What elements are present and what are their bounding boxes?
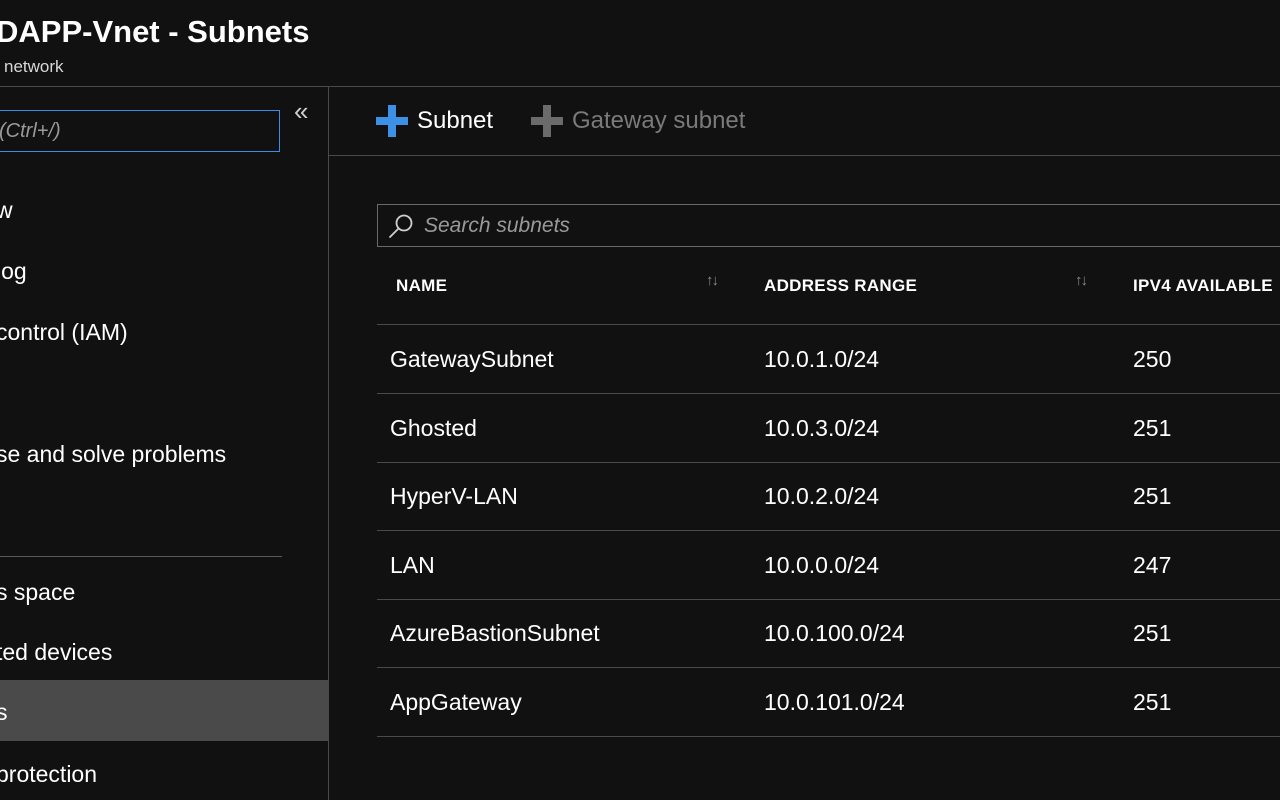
- sidebar-item-connected-devices[interactable]: ted devices: [0, 628, 328, 676]
- sidebar-item-label: w: [0, 186, 13, 234]
- add-subnet-button[interactable]: Subnet: [376, 87, 493, 155]
- add-gateway-subnet-button[interactable]: Gateway subnet: [531, 87, 745, 155]
- table-row[interactable]: AppGateway 10.0.101.0/24 251: [377, 668, 1280, 737]
- sidebar-item-label: s space: [0, 579, 76, 605]
- command-bar: Subnet Gateway subnet: [329, 87, 1280, 156]
- column-header-ipv4-available[interactable]: IPV4 AVAILABLE: [1133, 276, 1273, 296]
- sidebar-item-label: log: [0, 258, 27, 284]
- table-row[interactable]: HyperV-LAN 10.0.2.0/24 251: [377, 462, 1280, 531]
- add-gateway-subnet-label: Gateway subnet: [572, 107, 746, 134]
- blade-header: DAPP-Vnet - Subnets network: [0, 0, 1280, 87]
- subnet-name: LAN: [390, 552, 435, 578]
- column-header-address-range[interactable]: ADDRESS RANGE: [764, 276, 917, 296]
- subnet-name: Ghosted: [390, 415, 477, 441]
- collapse-menu-icon[interactable]: «: [294, 91, 308, 131]
- page-title: DAPP-Vnet - Subnets: [0, 14, 310, 49]
- subnet-name: HyperV-LAN: [390, 483, 518, 509]
- sort-arrows-icon[interactable]: ↑↓: [706, 272, 719, 289]
- add-subnet-label: Subnet: [417, 107, 494, 134]
- subnet-ipv4-available: 251: [1133, 415, 1172, 441]
- sidebar-item-access-control[interactable]: control (IAM): [0, 308, 328, 356]
- subnet-ipv4-available: 251: [1133, 689, 1172, 715]
- sidebar-item-activity-log[interactable]: log: [0, 247, 328, 295]
- sidebar-item-address-space[interactable]: s space: [0, 568, 328, 616]
- sidebar-item-label: se and solve problems: [0, 441, 227, 467]
- sidebar-item-label: ted devices: [0, 639, 113, 665]
- subnet-ipv4-available: 251: [1133, 483, 1172, 509]
- subnet-search-input[interactable]: [424, 205, 1280, 246]
- menu-search-input[interactable]: [0, 111, 279, 151]
- plus-icon: [376, 105, 408, 137]
- subnet-ipv4-available: 250: [1133, 346, 1172, 372]
- subnet-name: AppGateway: [390, 689, 522, 715]
- subnet-name: AzureBastionSubnet: [390, 620, 600, 646]
- sidebar-item-diagnose-solve[interactable]: se and solve problems: [0, 430, 328, 478]
- table-row[interactable]: Ghosted 10.0.3.0/24 251: [377, 394, 1280, 463]
- sidebar-item-ddos-protection[interactable]: protection: [0, 750, 328, 798]
- plus-icon: [531, 105, 563, 137]
- sidebar-item-label: protection: [0, 761, 98, 787]
- sidebar-item-overview[interactable]: w: [0, 186, 328, 234]
- table-row[interactable]: LAN 10.0.0.0/24 247: [377, 531, 1280, 600]
- sidebar-divider: [0, 556, 282, 557]
- menu-search-box[interactable]: [0, 110, 280, 152]
- page-subtitle: network: [4, 57, 64, 76]
- sidebar-item-label: control (IAM): [0, 319, 128, 345]
- sidebar-item-label: s: [0, 680, 8, 744]
- subnet-name: GatewaySubnet: [390, 346, 554, 372]
- column-header-name[interactable]: NAME: [396, 276, 447, 296]
- subnet-ipv4-available: 247: [1133, 552, 1172, 578]
- subnet-address-range: 10.0.1.0/24: [764, 346, 880, 372]
- table-row[interactable]: GatewaySubnet 10.0.1.0/24 250: [377, 325, 1280, 394]
- subnet-ipv4-available: 251: [1133, 620, 1172, 646]
- subnet-address-range: 10.0.101.0/24: [764, 689, 905, 715]
- azure-portal-subnets-blade: DAPP-Vnet - Subnets network « w log cont…: [0, 0, 1280, 800]
- sort-arrows-icon[interactable]: ↑↓: [1075, 272, 1088, 289]
- search-icon: [389, 214, 413, 238]
- subnet-address-range: 10.0.2.0/24: [764, 483, 880, 509]
- subnet-address-range: 10.0.3.0/24: [764, 415, 880, 441]
- sidebar-item-subnets[interactable]: s: [0, 680, 328, 741]
- subnet-address-range: 10.0.0.0/24: [764, 552, 880, 578]
- subnet-search-box[interactable]: [377, 204, 1280, 247]
- subnet-address-range: 10.0.100.0/24: [764, 620, 905, 646]
- resource-menu-sidebar: « w log control (IAM) se and solve probl…: [0, 87, 329, 800]
- table-row[interactable]: AzureBastionSubnet 10.0.100.0/24 251: [377, 599, 1280, 668]
